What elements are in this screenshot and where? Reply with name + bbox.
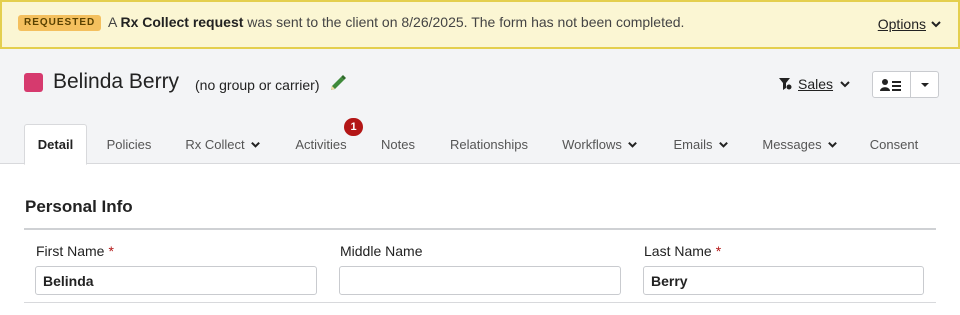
first-name-label: First Name * (36, 243, 114, 259)
options-label: Options (877, 16, 926, 32)
section-divider (24, 228, 936, 230)
chevron-down-icon (840, 81, 850, 88)
chevron-down-icon (827, 141, 837, 148)
tab-messages[interactable]: Messages (756, 124, 844, 164)
pipeline-dropdown[interactable]: Sales (778, 76, 851, 92)
status-badge: REQUESTED (18, 15, 102, 31)
user-list-button[interactable] (873, 72, 911, 97)
tab-relationships[interactable]: Relationships (440, 124, 538, 164)
activities-count-badge: 1 (344, 118, 363, 136)
caret-down-icon (920, 82, 929, 87)
banner-message-emphasis: Rx Collect request (120, 14, 244, 30)
chevron-down-icon (250, 141, 260, 148)
user-menu-caret[interactable] (911, 72, 938, 97)
row-divider (24, 302, 936, 303)
options-dropdown[interactable]: Options (878, 16, 942, 32)
group-carrier-text: (no group or carrier) (195, 77, 320, 93)
tab-rx-collect[interactable]: Rx Collect (178, 124, 268, 164)
tab-consent[interactable]: Consent (862, 124, 926, 164)
chevron-down-icon (931, 21, 941, 28)
required-marker: * (715, 243, 722, 259)
first-name-field[interactable] (35, 266, 317, 295)
user-list-icon (879, 78, 901, 91)
pipeline-label: Sales (798, 76, 834, 92)
chevron-down-icon (718, 141, 728, 148)
section-title-personal-info: Personal Info (25, 197, 133, 216)
user-menu-button[interactable] (872, 71, 939, 98)
pencil-icon[interactable] (328, 73, 348, 93)
chevron-down-icon (627, 141, 637, 148)
last-name-field[interactable] (643, 266, 924, 295)
tab-workflows[interactable]: Workflows (554, 124, 646, 164)
last-name-label: Last Name * (644, 243, 722, 259)
middle-name-field[interactable] (339, 266, 621, 295)
tab-emails[interactable]: Emails (664, 124, 738, 164)
required-marker: * (108, 243, 114, 259)
tab-policies[interactable]: Policies (94, 124, 164, 164)
tab-detail[interactable]: Detail (24, 124, 87, 165)
client-color-swatch[interactable] (24, 73, 43, 92)
filter-icon (779, 78, 792, 90)
middle-name-label: Middle Name (340, 243, 423, 259)
client-name: Belinda Berry (53, 70, 180, 93)
tab-notes[interactable]: Notes (372, 124, 424, 164)
tab-bar: Detail Policies Rx Collect Activities No… (0, 124, 960, 165)
banner-message: A Rx Collect request was sent to the cli… (108, 14, 685, 30)
request-banner: REQUESTED A Rx Collect request was sent … (0, 0, 960, 49)
